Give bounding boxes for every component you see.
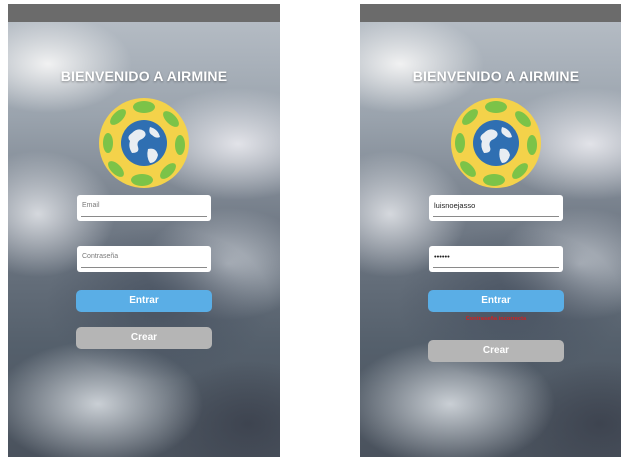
field-underline: [433, 267, 559, 268]
globe-leaves-icon: [99, 98, 189, 188]
password-field[interactable]: ••••••: [429, 246, 563, 272]
login-screen-error: BIENVENIDO A AIRMINE luisnoejasso ••••••…: [360, 4, 621, 457]
globe-leaves-icon: [451, 98, 541, 188]
welcome-title: BIENVENIDO A AIRMINE: [412, 68, 580, 84]
status-bar: [360, 4, 621, 22]
login-button[interactable]: Entrar: [76, 290, 212, 312]
login-button[interactable]: Entrar: [428, 290, 564, 312]
email-placeholder: Email: [82, 202, 100, 209]
error-message: Contraseña incorrecta: [465, 316, 527, 322]
password-placeholder: Contraseña: [82, 253, 119, 260]
email-field[interactable]: Email: [77, 195, 211, 221]
screenshot-canvas: BIENVENIDO A AIRMINE Email Contraseña En…: [0, 0, 621, 459]
email-field[interactable]: luisnoejasso: [429, 195, 563, 221]
password-field[interactable]: Contraseña: [77, 246, 211, 272]
create-account-button[interactable]: Crear: [76, 327, 212, 349]
field-underline: [433, 216, 559, 217]
field-underline: [81, 216, 207, 217]
create-account-button[interactable]: Crear: [428, 340, 564, 362]
status-bar: [8, 4, 280, 22]
email-value: luisnoejasso: [434, 201, 476, 210]
field-underline: [81, 267, 207, 268]
login-screen-empty: BIENVENIDO A AIRMINE Email Contraseña En…: [8, 4, 280, 457]
welcome-title: BIENVENIDO A AIRMINE: [60, 68, 228, 84]
password-value: ••••••: [434, 252, 450, 261]
